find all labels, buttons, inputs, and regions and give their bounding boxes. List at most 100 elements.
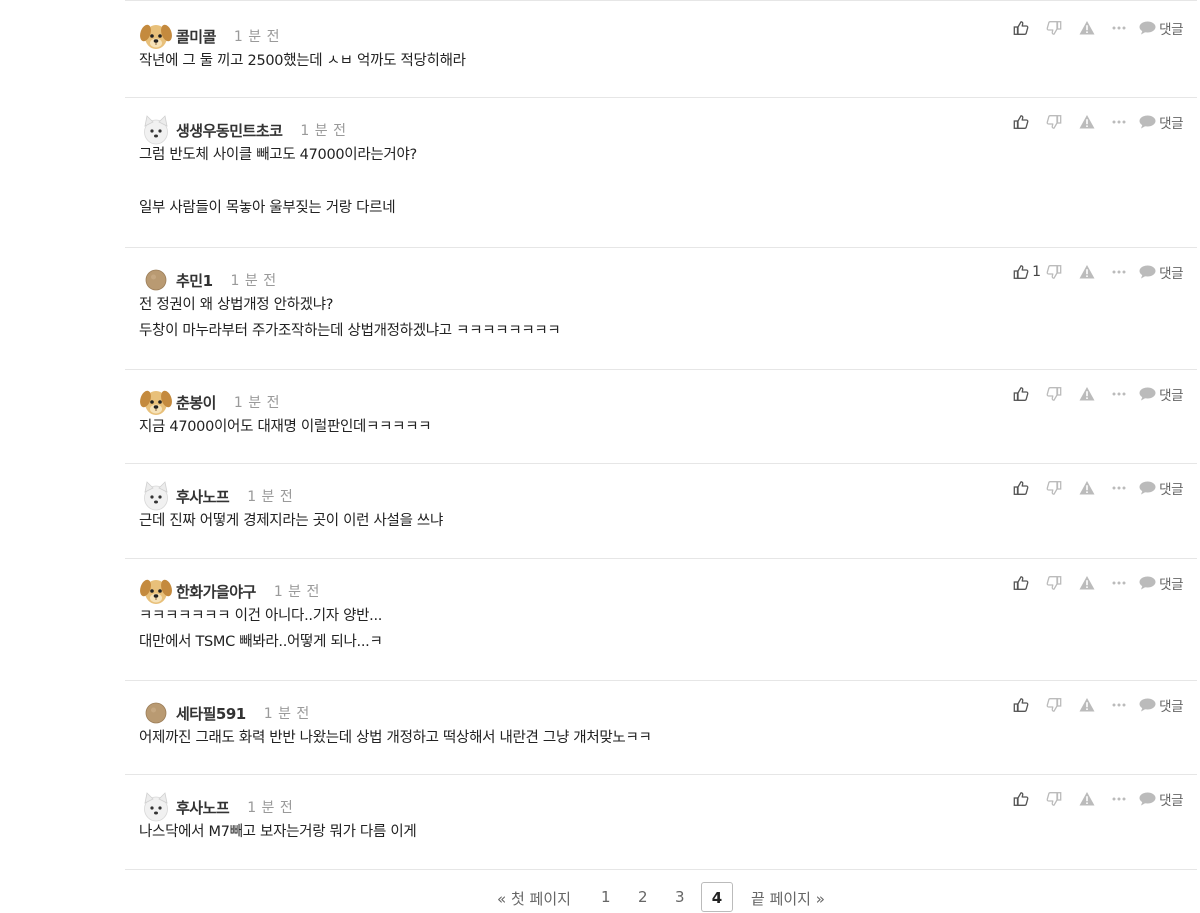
- page-link-1[interactable]: 1: [601, 888, 611, 906]
- comment-nickname[interactable]: 콜미콜: [176, 26, 216, 47]
- comment-list: 콜미콜 1 분 전 댓글 작년에 그 둘 끼고 2500했는데 ㅅㅂ 억까도 적당히해…: [125, 0, 1197, 870]
- comment-actions: 댓글: [1013, 18, 1183, 38]
- speech-bubble-icon: [1139, 576, 1156, 590]
- dislike-button[interactable]: [1046, 697, 1079, 713]
- avatar[interactable]: [139, 479, 173, 513]
- report-button[interactable]: [1079, 386, 1112, 402]
- comment-text-line: 작년에 그 둘 끼고 2500했는데 ㅅㅂ 억까도 적당히해라: [139, 53, 466, 69]
- reply-button[interactable]: 댓글: [1139, 789, 1183, 809]
- like-button[interactable]: [1013, 20, 1045, 36]
- comment-text-line: 지금 47000이어도 대재명 이럴판인데ㅋㅋㅋㅋㅋ: [139, 419, 432, 435]
- dislike-button[interactable]: [1046, 114, 1079, 130]
- comment-item: 한화가을야구 1 분 전 댓글 ㅋㅋㅋㅋㅋㅋㅋ 이건 아니다..기자 양반... 대만에…: [125, 559, 1197, 681]
- reply-label: 댓글: [1159, 266, 1183, 282]
- comment-text-line: 어제까진 그래도 화력 반반 나왔는데 상법 개정하고 떡상해서 내란견 그냥 …: [139, 730, 652, 746]
- avatar[interactable]: [139, 574, 173, 608]
- reply-label: 댓글: [1159, 116, 1183, 132]
- like-button[interactable]: [1013, 386, 1045, 402]
- dislike-button[interactable]: [1046, 264, 1079, 280]
- avatar[interactable]: [139, 113, 173, 147]
- reply-button[interactable]: 댓글: [1139, 18, 1183, 38]
- report-button[interactable]: [1079, 114, 1112, 130]
- reply-button[interactable]: 댓글: [1139, 478, 1183, 498]
- comment-nickname[interactable]: 한화가을야구: [176, 581, 256, 602]
- reply-label: 댓글: [1159, 388, 1183, 404]
- comment-header: 세타필591 1 분 전: [139, 696, 310, 730]
- more-button[interactable]: [1112, 485, 1139, 491]
- comment-text-line: 전 정권이 왜 상법개정 안하겠냐?: [139, 297, 334, 313]
- dislike-button[interactable]: [1046, 20, 1079, 36]
- report-button[interactable]: [1079, 575, 1112, 591]
- avatar[interactable]: [139, 19, 173, 53]
- comment-actions: 댓글: [1013, 573, 1183, 593]
- warning-icon: [1079, 480, 1095, 496]
- report-button[interactable]: [1079, 480, 1112, 496]
- like-button[interactable]: [1013, 480, 1045, 496]
- speech-bubble-icon: [1139, 387, 1156, 401]
- reply-button[interactable]: 댓글: [1139, 112, 1183, 132]
- reply-button[interactable]: 댓글: [1139, 384, 1183, 404]
- more-dots-icon: [1112, 269, 1126, 275]
- more-button[interactable]: [1112, 25, 1139, 31]
- comment-time: 1 분 전: [230, 273, 277, 289]
- first-page-link[interactable]: « 첫 페이지: [497, 888, 571, 909]
- comment-text-line: 일부 사람들이 목놓아 울부짖는 거랑 다르네: [139, 200, 396, 216]
- comment-actions: 댓글: [1013, 789, 1183, 809]
- last-page-link[interactable]: 끝 페이지 »: [751, 888, 825, 909]
- comment-time: 1 분 전: [247, 489, 294, 505]
- comment-nickname[interactable]: 후사노프: [176, 797, 230, 818]
- more-button[interactable]: [1112, 796, 1139, 802]
- comment-nickname[interactable]: 춘봉이: [176, 392, 216, 413]
- report-button[interactable]: [1079, 791, 1112, 807]
- comment-item: 후사노프 1 분 전 댓글 나스닥에서 M7빼고 보자는거랑 뭐가 다름 이게: [125, 775, 1197, 870]
- like-count: 1: [1032, 264, 1042, 280]
- comment-body: 그럼 반도체 사이클 빼고도 47000이라는거야? 일부 사람들이 목놓아 울부…: [139, 145, 417, 224]
- comment-actions: 댓글: [1013, 112, 1183, 132]
- thumbs-down-icon: [1046, 480, 1062, 496]
- warning-icon: [1079, 386, 1095, 402]
- comment-nickname[interactable]: 세타필591: [176, 703, 246, 724]
- dislike-button[interactable]: [1046, 480, 1079, 496]
- comment-nickname[interactable]: 후사노프: [176, 486, 230, 507]
- dislike-button[interactable]: [1046, 791, 1079, 807]
- comment-nickname[interactable]: 추민1: [176, 270, 213, 291]
- like-button[interactable]: [1013, 575, 1045, 591]
- speech-bubble-icon: [1139, 21, 1156, 35]
- like-button[interactable]: 1: [1013, 264, 1045, 280]
- more-button[interactable]: [1112, 119, 1139, 125]
- comment-text-line: 나스닥에서 M7빼고 보자는거랑 뭐가 다름 이게: [139, 824, 417, 840]
- avatar[interactable]: [139, 263, 173, 297]
- page-link-3[interactable]: 3: [675, 888, 685, 906]
- report-button[interactable]: [1079, 264, 1112, 280]
- avatar[interactable]: [139, 696, 173, 730]
- report-button[interactable]: [1079, 20, 1112, 36]
- comment-item: 후사노프 1 분 전 댓글 근데 진짜 어떻게 경제지라는 곳이 이런 사설을 쓰냐: [125, 464, 1197, 559]
- page-link-current[interactable]: 4: [701, 882, 733, 912]
- more-dots-icon: [1112, 391, 1126, 397]
- more-button[interactable]: [1112, 702, 1139, 708]
- like-button[interactable]: [1013, 791, 1045, 807]
- more-button[interactable]: [1112, 269, 1139, 275]
- warning-icon: [1079, 575, 1095, 591]
- dislike-button[interactable]: [1046, 575, 1079, 591]
- comment-nickname[interactable]: 생생우동민트초코: [176, 120, 283, 141]
- page-link-2[interactable]: 2: [638, 888, 648, 906]
- comment-item: 세타필591 1 분 전 댓글어제까진 그래도 화력 반반 나왔는데 상법 개정하고…: [125, 681, 1197, 775]
- like-button[interactable]: [1013, 114, 1045, 130]
- dislike-button[interactable]: [1046, 386, 1079, 402]
- thumbs-down-icon: [1046, 575, 1062, 591]
- more-button[interactable]: [1112, 580, 1139, 586]
- like-button[interactable]: [1013, 697, 1045, 713]
- more-button[interactable]: [1112, 391, 1139, 397]
- reply-button[interactable]: 댓글: [1139, 262, 1183, 282]
- reply-button[interactable]: 댓글: [1139, 573, 1183, 593]
- avatar[interactable]: [139, 790, 173, 824]
- comment-body: 지금 47000이어도 대재명 이럴판인데ㅋㅋㅋㅋㅋ: [139, 417, 432, 443]
- thumbs-down-icon: [1046, 386, 1062, 402]
- comment-body: ㅋㅋㅋㅋㅋㅋㅋ 이건 아니다..기자 양반... 대만에서 TSMC 빼봐라..어…: [139, 606, 383, 658]
- speech-bubble-icon: [1139, 481, 1156, 495]
- reply-button[interactable]: 댓글: [1139, 695, 1183, 715]
- comment-actions: 댓글: [1013, 384, 1183, 404]
- report-button[interactable]: [1079, 697, 1112, 713]
- avatar[interactable]: [139, 385, 173, 419]
